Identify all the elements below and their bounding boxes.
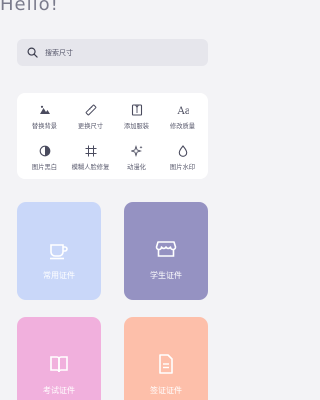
tool-label: 替换背景 [31, 123, 58, 130]
tool-label: 修改质量 [169, 123, 196, 130]
font-icon: Aa [177, 106, 189, 116]
cup-icon [50, 244, 68, 260]
tool-change-size[interactable]: 更换尺寸 [67, 102, 114, 138]
landscape-icon [39, 105, 50, 114]
ruler-icon [85, 104, 96, 116]
sparkle-icon [130, 145, 142, 157]
tool-label: 图片黑白 [31, 164, 58, 171]
card-label: 学生证件 [150, 271, 182, 280]
card-label: 签证证件 [150, 386, 182, 395]
shop-icon [155, 241, 177, 257]
card-label: 考试证件 [43, 386, 75, 395]
drop-icon [178, 145, 187, 157]
book-icon [50, 356, 68, 373]
svg-text:Aa: Aa [177, 106, 189, 116]
tool-label: 模糊人脸修复 [71, 164, 110, 171]
tools-panel: 替换背景 更换尺寸 添加服装 Aa 修改质量 图片黑白 模糊人脸修复 动漫化 图… [17, 93, 208, 179]
tool-face-repair[interactable]: 模糊人脸修复 [67, 143, 114, 179]
card-visa-id[interactable]: 签证证件 [124, 317, 208, 400]
tool-replace-background[interactable]: 替换背景 [21, 102, 68, 138]
tool-add-clothing[interactable]: 添加服装 [113, 102, 160, 138]
card-student-id[interactable]: 学生证件 [124, 202, 208, 300]
card-label: 常用证件 [43, 271, 75, 280]
document-icon [159, 354, 173, 374]
shirt-icon [131, 104, 142, 116]
tool-label: 更换尺寸 [77, 123, 104, 130]
search-bar[interactable]: 搜索尺寸 [17, 39, 208, 66]
contrast-icon [39, 145, 50, 157]
tool-modify-quality[interactable]: Aa 修改质量 [159, 102, 206, 138]
card-exam-id[interactable]: 考试证件 [17, 317, 101, 400]
tool-label: 图片水印 [169, 164, 196, 171]
card-common-id[interactable]: 常用证件 [17, 202, 101, 300]
greeting-title: Hello! [0, 0, 59, 15]
search-icon [27, 47, 38, 58]
crop-icon [85, 145, 96, 157]
search-placeholder: 搜索尺寸 [45, 48, 73, 57]
tool-label: 添加服装 [123, 123, 150, 130]
tool-anime[interactable]: 动漫化 [113, 143, 160, 179]
tool-black-white[interactable]: 图片黑白 [21, 143, 68, 179]
tool-watermark[interactable]: 图片水印 [159, 143, 206, 179]
tool-label: 动漫化 [127, 164, 146, 171]
